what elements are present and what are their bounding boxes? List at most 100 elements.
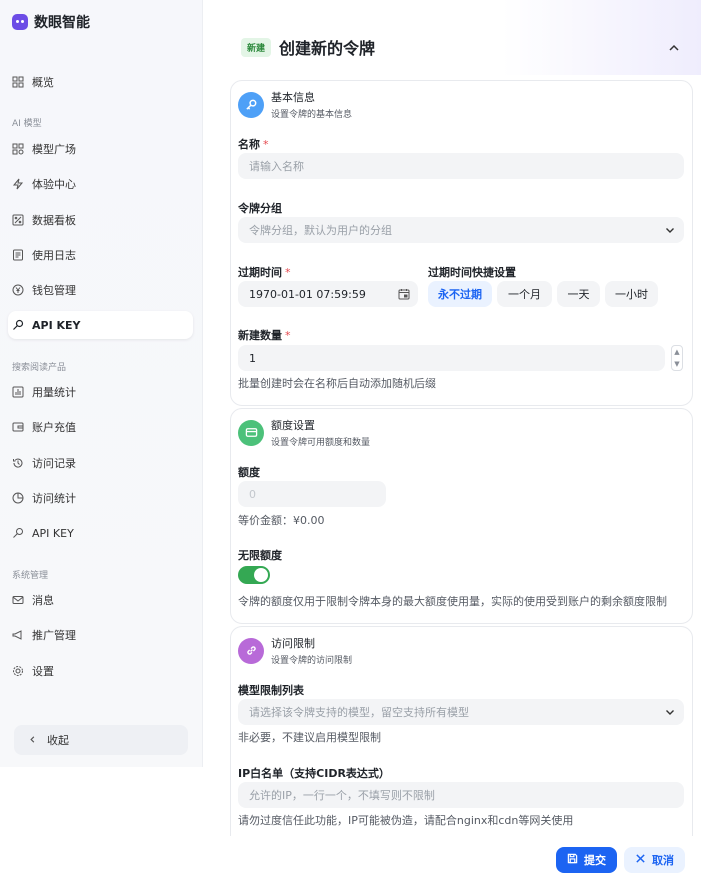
collapse-label: 收起	[47, 734, 69, 747]
pie-icon	[12, 492, 24, 504]
page-title: 创建新的令牌	[279, 39, 376, 58]
quick-one-month-button[interactable]: 一个月	[497, 281, 552, 307]
cancel-button[interactable]: 取消	[624, 847, 685, 873]
save-icon	[567, 853, 578, 867]
unlimited-quota-toggle[interactable]	[238, 566, 270, 584]
count-label: 新建数量 *	[238, 327, 291, 343]
sidebar-item-label: 账户充值	[32, 421, 76, 434]
sidebar-item-overview[interactable]: 概览	[8, 68, 193, 96]
card-title: 基本信息	[271, 91, 315, 104]
required-mark: *	[263, 138, 269, 151]
required-mark: *	[285, 266, 291, 279]
sidebar-item-label: 设置	[32, 665, 54, 678]
sidebar-item-recharge[interactable]: 账户充值	[8, 413, 193, 441]
expire-datetime-input[interactable]: 1970-01-01 07:59:59	[238, 281, 418, 307]
quick-never-expire-button[interactable]: 永不过期	[428, 281, 492, 307]
name-label: 名称 *	[238, 136, 269, 152]
sidebar-item-access-stats[interactable]: 访问统计	[8, 484, 193, 512]
sidebar-item-access-records[interactable]: 访问记录	[8, 449, 193, 477]
sidebar-item-label: 体验中心	[32, 178, 76, 191]
sidebar-item-label: 模型广场	[32, 143, 76, 156]
sidebar-item-wallet[interactable]: 钱包管理	[8, 276, 193, 304]
quick-one-hour-button[interactable]: 一小时	[605, 281, 658, 307]
credit-card-icon	[238, 419, 264, 446]
group-label: 令牌分组	[238, 202, 282, 215]
sidebar-item-search-api-key[interactable]: API KEY	[8, 519, 193, 547]
expire-value: 1970-01-01 07:59:59	[249, 287, 366, 301]
required-mark: *	[285, 329, 291, 342]
bar-chart-icon	[12, 386, 24, 398]
group-label-ai-models: AI 模型	[12, 119, 42, 129]
chevron-down-icon	[664, 224, 676, 236]
gear-icon	[12, 665, 24, 677]
submit-button[interactable]: 提交	[556, 847, 617, 873]
sidebar-item-label: 概览	[32, 76, 54, 89]
sidebar-item-label: 推广管理	[32, 629, 76, 642]
app-logo[interactable]: 数眼智能	[12, 12, 90, 32]
sidebar-item-dashboard[interactable]: 数据看板	[8, 206, 193, 234]
chevron-left-icon	[28, 734, 37, 747]
card-subtitle: 设置令牌可用额度和数量	[271, 438, 371, 448]
collapse-sidebar-button[interactable]: 收起	[14, 725, 188, 755]
calendar-icon[interactable]	[398, 288, 410, 300]
quick-one-day-button[interactable]: 一天	[557, 281, 600, 307]
stepper-up-icon[interactable]: ▲	[672, 346, 682, 358]
quota-equivalent-amount: 等价金额：¥0.00	[238, 514, 325, 527]
app-name: 数眼智能	[34, 15, 90, 31]
sidebar-item-api-key[interactable]: API KEY	[8, 311, 193, 339]
sidebar-item-playground[interactable]: 体验中心	[8, 170, 193, 198]
sidebar-item-label: 数据看板	[32, 214, 76, 227]
sidebar: 数眼智能 概览 AI 模型 模型广场 体验中心 数据看板 使用日志 钱包管理 A…	[0, 0, 203, 767]
sidebar-item-label: 使用日志	[32, 249, 76, 262]
model-limit-hint: 非必要，不建议启用模型限制	[238, 731, 381, 744]
robot-logo-icon	[12, 14, 28, 30]
mail-icon	[12, 594, 24, 606]
close-icon	[635, 853, 646, 867]
card-subtitle: 设置令牌的基本信息	[271, 110, 353, 120]
sidebar-item-model-plaza[interactable]: 模型广场	[8, 135, 193, 163]
sidebar-item-label: 访问统计	[32, 492, 76, 505]
percent-icon	[12, 214, 24, 226]
log-icon	[12, 249, 24, 261]
chevron-down-icon	[664, 706, 676, 718]
name-label-text: 名称	[238, 138, 260, 151]
quick-expire-label: 过期时间快捷设置	[428, 266, 516, 279]
count-stepper[interactable]: ▲ ▼	[671, 345, 683, 371]
count-input[interactable]: 1	[238, 345, 665, 371]
quota-input[interactable]: 0	[238, 481, 386, 507]
chevron-up-icon[interactable]	[666, 40, 682, 56]
recharge-icon	[12, 421, 24, 433]
key-icon	[238, 91, 264, 118]
sidebar-item-label: API KEY	[32, 318, 81, 332]
sidebar-item-usage-log[interactable]: 使用日志	[8, 241, 193, 269]
key-icon	[12, 527, 24, 539]
sidebar-item-promotion[interactable]: 推广管理	[8, 621, 193, 649]
grid-icon	[12, 76, 24, 88]
group-label-system: 系统管理	[12, 571, 49, 581]
sidebar-item-label: 钱包管理	[32, 284, 76, 297]
ip-whitelist-input[interactable]: 允许的IP，一行一个，不填写则不限制	[238, 782, 684, 808]
yen-icon	[12, 284, 24, 296]
stepper-down-icon[interactable]: ▼	[672, 358, 682, 370]
basic-info-header: 基本信息 设置令牌的基本信息	[238, 89, 352, 120]
model-limit-select[interactable]: 请选择该令牌支持的模型，留空支持所有模型	[238, 699, 684, 725]
submit-label: 提交	[584, 854, 606, 867]
group-select[interactable]: 令牌分组，默认为用户的分组	[238, 217, 684, 243]
new-tag-badge: 新建	[241, 37, 272, 57]
name-input[interactable]: 请输入名称	[238, 153, 684, 179]
quota-header: 额度设置 设置令牌可用额度和数量	[238, 417, 370, 448]
sidebar-item-messages[interactable]: 消息	[8, 586, 193, 614]
expire-label-text: 过期时间	[238, 266, 282, 279]
card-title: 访问限制	[271, 637, 315, 650]
sidebar-item-settings[interactable]: 设置	[8, 657, 193, 685]
group-label-search-products: 搜索阅读产品	[12, 363, 67, 373]
unlimited-quota-label: 无限额度	[238, 549, 282, 562]
sidebar-item-usage-stats[interactable]: 用量统计	[8, 378, 193, 406]
count-hint: 批量创建时会在名称后自动添加随机后缀	[238, 377, 436, 390]
ip-whitelist-hint: 请勿过度信任此功能，IP可能被伪造，请配合nginx和cdn等网关使用	[238, 814, 574, 827]
apps-icon	[12, 143, 24, 155]
link-icon	[238, 637, 264, 664]
sidebar-item-label: 消息	[32, 594, 54, 607]
ip-whitelist-label: IP白名单（支持CIDR表达式）	[238, 767, 390, 780]
card-subtitle: 设置令牌的访问限制	[271, 656, 353, 666]
